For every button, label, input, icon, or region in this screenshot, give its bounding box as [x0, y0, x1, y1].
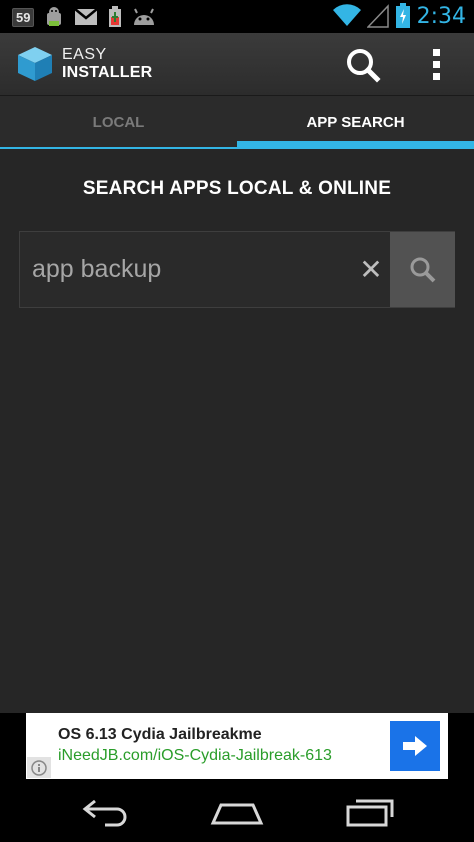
- search-submit-button[interactable]: [390, 232, 455, 307]
- arrow-right-icon: [403, 736, 427, 756]
- clock: 2:34: [416, 3, 466, 29]
- android-debug-icon: [47, 7, 62, 26]
- action-bar: EASY INSTALLER: [0, 33, 474, 96]
- wifi-icon: [332, 4, 361, 27]
- navigation-bar: [0, 779, 474, 842]
- info-icon: [31, 759, 47, 776]
- clear-search-button[interactable]: ✕: [352, 250, 390, 288]
- app-logo-cube-icon: [18, 47, 52, 81]
- search-input[interactable]: [20, 232, 390, 307]
- battery-icon: [395, 3, 410, 28]
- close-icon: ✕: [359, 253, 383, 285]
- signal-icon: [366, 4, 389, 28]
- overflow-menu-icon[interactable]: [424, 47, 450, 83]
- recents-icon[interactable]: [340, 793, 400, 829]
- system-icons: 2:34: [332, 3, 466, 29]
- tab-local-label: LOCAL: [92, 114, 145, 131]
- ad-url[interactable]: iNeedJB.com/iOS-Cydia-Jailbreak-613: [58, 747, 332, 765]
- ad-banner[interactable]: OS 6.13 Cydia Jailbreakme iNeedJB.com/iO…: [26, 713, 448, 779]
- tab-selected-indicator: [237, 141, 474, 149]
- gmail-icon: [74, 8, 99, 25]
- notification-icons: 59: [12, 6, 156, 28]
- ad-title[interactable]: OS 6.13 Cydia Jailbreakme: [58, 726, 262, 744]
- tab-local[interactable]: LOCAL: [0, 96, 237, 149]
- notification-count-badge: 59: [12, 7, 35, 27]
- app-title-line1: EASY: [62, 46, 107, 63]
- search-icon: [410, 257, 435, 282]
- android-icon: [134, 8, 155, 25]
- page-heading: SEARCH APPS LOCAL & ONLINE: [82, 178, 392, 199]
- app-title: EASY INSTALLER: [62, 46, 152, 82]
- search-icon[interactable]: [343, 47, 383, 83]
- ad-open-button[interactable]: [390, 721, 440, 771]
- ad-info-button[interactable]: [27, 757, 51, 778]
- search-box: ✕: [19, 231, 455, 308]
- back-icon[interactable]: [75, 793, 135, 829]
- app-title-line2: INSTALLER: [62, 64, 153, 81]
- tab-app-search-label: APP SEARCH: [306, 114, 405, 131]
- status-bar: 59 2:34: [0, 0, 474, 33]
- battery-charging-icon: [109, 6, 122, 27]
- home-icon[interactable]: [207, 793, 267, 829]
